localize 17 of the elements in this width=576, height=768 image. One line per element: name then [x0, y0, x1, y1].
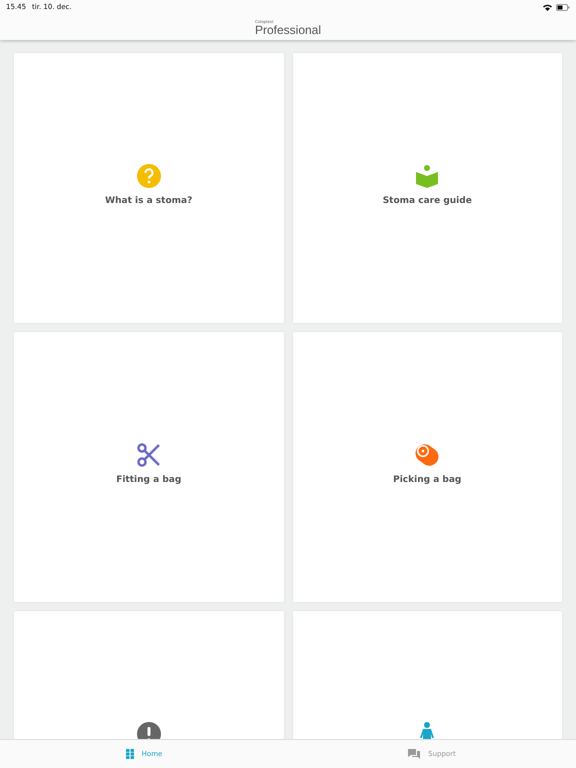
battery-icon: [556, 4, 570, 10]
topic-card[interactable]: Picking a bag: [292, 332, 562, 602]
book-icon: [416, 164, 438, 188]
card-label: What is a stoma?: [105, 196, 192, 206]
wifi-icon: [543, 4, 552, 10]
card-label: Stoma care guide: [382, 196, 472, 206]
card-label: Picking a bag: [393, 475, 462, 485]
person-icon: [420, 722, 434, 739]
topic-card[interactable]: Fitting a bag: [14, 332, 284, 602]
chat-icon: [408, 749, 420, 759]
app-title: Professional: [254, 24, 322, 36]
topic-card[interactable]: What is a stoma?: [14, 53, 284, 323]
topic-card[interactable]: Stoma care guide: [292, 53, 562, 323]
question-icon: [136, 164, 161, 188]
grid-icon: [126, 749, 134, 759]
scissors-icon: [136, 443, 161, 467]
card-label: Fitting a bag: [116, 475, 182, 485]
